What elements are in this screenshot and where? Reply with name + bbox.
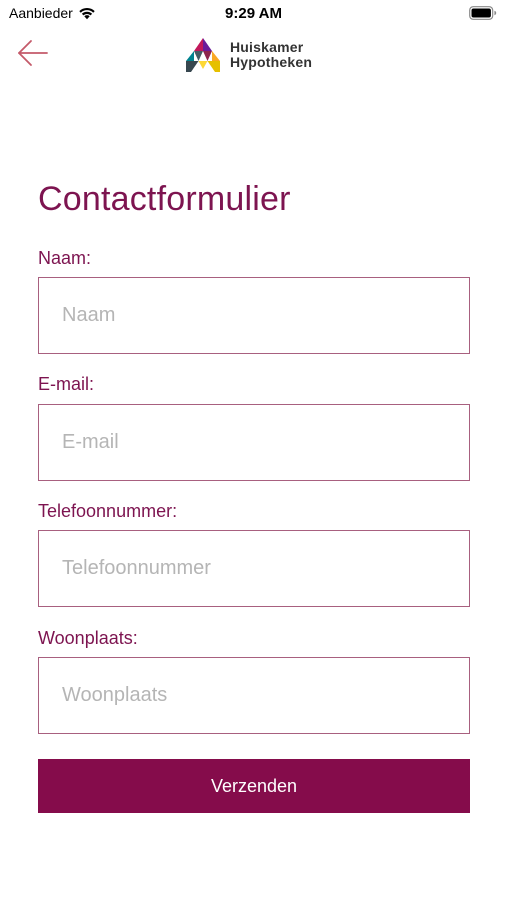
back-arrow-icon <box>18 40 48 66</box>
brand-logo: Huiskamer Hypotheken <box>185 36 312 74</box>
submit-button[interactable]: Verzenden <box>38 759 470 813</box>
page-title: Contactformulier <box>38 180 291 218</box>
email-input[interactable] <box>38 404 470 481</box>
logo-line-2: Hypotheken <box>230 54 313 70</box>
status-bar: Aanbieder 9:29 AM <box>0 0 507 28</box>
phone-input[interactable] <box>38 530 470 607</box>
city-input[interactable] <box>38 657 470 734</box>
logo-wordmark: Huiskamer Hypotheken <box>230 40 312 70</box>
phone-label: Telefoonnummer: <box>38 501 178 521</box>
battery-icon <box>469 6 497 25</box>
house-logo-icon <box>186 38 220 72</box>
email-label: E-mail: <box>38 374 95 394</box>
contact-form-screen: Aanbieder 9:29 AM Huiskamer Hypotheken C… <box>0 0 507 900</box>
status-time: 9:29 AM <box>225 5 282 22</box>
name-input[interactable] <box>38 277 470 354</box>
logo-line-1: Huiskamer <box>230 39 304 55</box>
name-label: Naam: <box>38 248 92 268</box>
back-button[interactable] <box>16 36 50 70</box>
city-label: Woonplaats: <box>38 628 138 648</box>
